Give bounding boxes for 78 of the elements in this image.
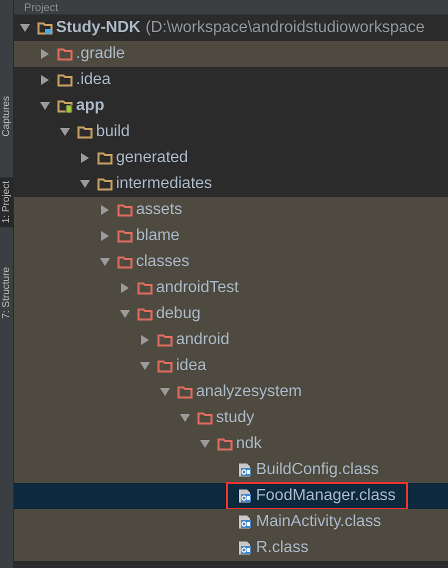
tree-item-label: Study-NDK xyxy=(56,18,140,38)
tree-item-label: android xyxy=(176,330,230,350)
tree-row[interactable]: analyzesystem xyxy=(14,379,448,405)
tree-item-label: .idea xyxy=(76,70,111,90)
module-folder-icon xyxy=(57,99,73,113)
expanded-arrow-icon[interactable] xyxy=(20,23,30,33)
folder-icon xyxy=(177,385,193,399)
side-tool-tab[interactable]: 7: Structure xyxy=(0,262,13,323)
expanded-arrow-icon[interactable] xyxy=(180,413,190,423)
collapsed-arrow-icon[interactable] xyxy=(100,231,110,241)
tree-item-label: debug xyxy=(156,304,200,324)
expanded-arrow-icon[interactable] xyxy=(160,387,170,397)
folder-icon xyxy=(117,203,133,217)
collapsed-arrow-icon[interactable] xyxy=(120,283,130,293)
tree-item-label: androidTest xyxy=(156,278,239,298)
tree-item-label: study xyxy=(216,408,254,428)
folder-icon xyxy=(117,229,133,243)
expanded-arrow-icon[interactable] xyxy=(40,101,50,111)
class-file-icon xyxy=(237,541,253,555)
folder-icon xyxy=(157,359,173,373)
folder-icon xyxy=(57,47,73,61)
expanded-arrow-icon[interactable] xyxy=(200,439,210,449)
tree-row[interactable]: MainActivity.class xyxy=(14,509,448,535)
tree-item-label: R.class xyxy=(256,538,308,558)
tree-row[interactable]: classes xyxy=(14,249,448,275)
folder-icon xyxy=(97,151,113,165)
collapsed-arrow-icon[interactable] xyxy=(80,153,90,163)
class-file-icon xyxy=(237,463,253,477)
tree-row[interactable]: BuildConfig.class xyxy=(14,457,448,483)
class-file-icon xyxy=(237,515,253,529)
tree-row[interactable]: android xyxy=(14,327,448,353)
panel-title[interactable]: Project xyxy=(24,2,58,14)
tree-row[interactable]: ndk xyxy=(14,431,448,457)
folder-icon xyxy=(137,281,153,295)
tree-item-label: assets xyxy=(136,200,182,220)
tree-row[interactable]: blame xyxy=(14,223,448,249)
expanded-arrow-icon[interactable] xyxy=(100,257,110,267)
class-file-icon xyxy=(237,489,253,503)
tree-row[interactable]: FoodManager.class xyxy=(14,483,448,509)
tree-item-label: idea xyxy=(176,356,206,376)
project-path: (D:\workspace\androidstudioworkspace xyxy=(145,19,425,37)
tree-item-label: analyzesystem xyxy=(196,382,302,402)
tree-row[interactable]: debug xyxy=(14,301,448,327)
side-tool-tab[interactable]: Captures xyxy=(0,92,13,141)
tree-item-label: .gradle xyxy=(76,44,125,64)
tree-item-label: generated xyxy=(116,148,188,168)
tree-row[interactable]: androidTest xyxy=(14,275,448,301)
folder-icon xyxy=(97,177,113,191)
expanded-arrow-icon[interactable] xyxy=(80,179,90,189)
expanded-arrow-icon[interactable] xyxy=(140,361,150,371)
folder-icon xyxy=(217,437,233,451)
tree-item-label: build xyxy=(96,122,130,142)
tree-item-label: blame xyxy=(136,226,180,246)
tree-row[interactable]: .gradle xyxy=(14,41,448,67)
folder-icon xyxy=(117,255,133,269)
folder-icon xyxy=(137,307,153,321)
side-tool-tab[interactable]: 1: Project xyxy=(0,176,13,227)
tree-row[interactable]: study xyxy=(14,405,448,431)
expanded-arrow-icon[interactable] xyxy=(60,127,70,137)
folder-icon xyxy=(57,73,73,87)
collapsed-arrow-icon[interactable] xyxy=(40,75,50,85)
expanded-arrow-icon[interactable] xyxy=(120,309,130,319)
tree-row[interactable]: assets xyxy=(14,197,448,223)
project-folder-icon xyxy=(37,21,53,35)
tree-item-label: MainActivity.class xyxy=(256,512,382,532)
tree-item-label: classes xyxy=(136,252,190,272)
folder-icon xyxy=(197,411,213,425)
collapsed-arrow-icon[interactable] xyxy=(140,335,150,345)
tree-item-label: app xyxy=(76,96,104,116)
folder-icon xyxy=(157,333,173,347)
tree-item-label: BuildConfig.class xyxy=(256,460,379,480)
tree-row[interactable]: idea xyxy=(14,353,448,379)
collapsed-arrow-icon[interactable] xyxy=(40,49,50,59)
folder-icon xyxy=(77,125,93,139)
tree-row[interactable]: R.class xyxy=(14,535,448,561)
collapsed-arrow-icon[interactable] xyxy=(100,205,110,215)
tree-item-label: ndk xyxy=(236,434,262,454)
tree-item-label: intermediates xyxy=(116,174,212,194)
